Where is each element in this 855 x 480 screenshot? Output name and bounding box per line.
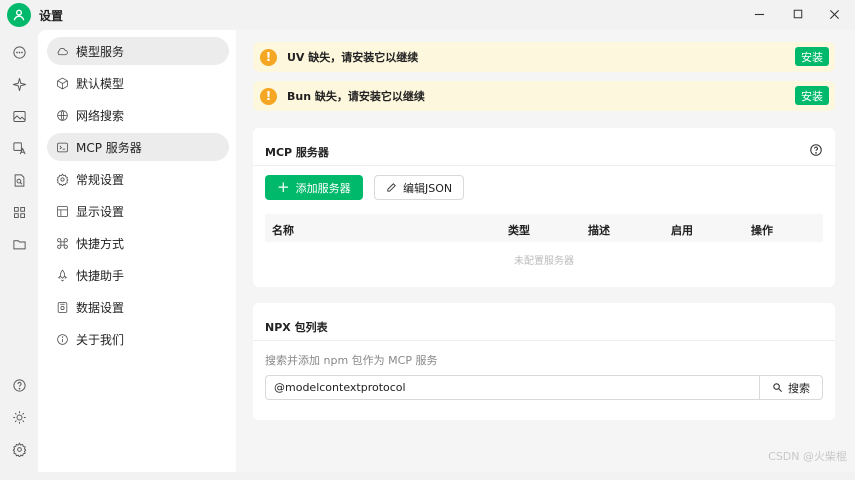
paintings-button[interactable] xyxy=(7,104,31,128)
bottom-strip xyxy=(0,472,855,480)
uv-missing-notice: ! UV 缺失，请安装它以继续 安装 xyxy=(253,42,835,72)
cloud-icon xyxy=(57,47,68,55)
maximize-icon xyxy=(793,9,803,19)
help-icon xyxy=(12,378,26,392)
icon-rail xyxy=(0,30,38,480)
watermark: CSDN @火柴棍 xyxy=(768,450,847,463)
minimize-icon xyxy=(754,13,764,15)
search-icon xyxy=(773,383,783,393)
empty-state-text: 未配置服务器 xyxy=(514,256,574,267)
add-server-label: 添加服务器 xyxy=(295,181,351,195)
settings-icon xyxy=(12,441,26,457)
agents-button[interactable] xyxy=(7,72,31,96)
user-avatar[interactable] xyxy=(7,3,31,27)
search-button-label: 搜索 xyxy=(788,381,810,395)
nav-item-label: 快捷方式 xyxy=(76,236,125,251)
npm-search-input[interactable] xyxy=(266,376,760,399)
npx-subtitle: 搜索并添加 npm 包作为 MCP 服务 xyxy=(265,354,438,367)
search-button[interactable]: 搜索 xyxy=(759,376,822,399)
nav-item-label: 快捷助手 xyxy=(76,268,125,283)
nav-item-label: 常规设置 xyxy=(76,172,125,187)
nav-item-label: 网络搜索 xyxy=(76,108,125,123)
column-header-type: 类型 xyxy=(508,224,530,237)
terminal-icon xyxy=(57,142,68,152)
notice-text: UV 缺失，请安装它以继续 xyxy=(287,51,419,64)
nav-item-model-service[interactable]: 模型服务 xyxy=(47,37,229,65)
add-server-button[interactable]: + 添加服务器 xyxy=(265,175,363,200)
nav-item-data[interactable]: 数据设置 xyxy=(47,293,229,321)
close-button[interactable] xyxy=(822,3,846,25)
nav-item-shortcuts[interactable]: 快捷方式 xyxy=(47,229,229,257)
notice-text: Bun 缺失，请安装它以继续 xyxy=(287,90,425,103)
divider xyxy=(253,165,835,166)
nav-item-label: MCP 服务器 xyxy=(76,140,142,155)
info-icon xyxy=(57,333,68,345)
command-icon xyxy=(57,237,68,249)
column-header-name: 名称 xyxy=(272,224,294,237)
window-title: 设置 xyxy=(39,9,64,23)
user-icon xyxy=(13,9,25,21)
globe-icon xyxy=(57,109,68,121)
warning-icon: ! xyxy=(260,87,277,105)
maximize-button[interactable] xyxy=(786,3,810,25)
help-icon[interactable] xyxy=(809,143,823,157)
image-icon xyxy=(12,110,26,122)
layout-icon xyxy=(57,205,68,217)
warning-icon: ! xyxy=(260,48,277,66)
nav-item-quick-assistant[interactable]: 快捷助手 xyxy=(47,261,229,289)
nav-item-label: 数据设置 xyxy=(76,300,125,315)
mcp-card-title: MCP 服务器 xyxy=(265,146,329,159)
apps-button[interactable] xyxy=(7,200,31,224)
install-uv-button[interactable]: 安装 xyxy=(795,47,829,66)
edit-icon xyxy=(387,183,396,192)
rocket-icon xyxy=(58,269,67,281)
storage-icon xyxy=(57,301,68,313)
edit-json-label: 编辑JSON xyxy=(403,181,453,195)
npx-card-title: NPX 包列表 xyxy=(265,321,328,334)
search-doc-icon xyxy=(14,173,24,187)
nav-item-label: 模型服务 xyxy=(76,44,125,59)
nav-item-about[interactable]: 关于我们 xyxy=(47,325,229,353)
title-bar: 设置 xyxy=(0,0,855,30)
nav-item-label: 显示设置 xyxy=(76,204,125,219)
nav-item-display[interactable]: 显示设置 xyxy=(47,197,229,225)
close-icon xyxy=(829,9,839,19)
settings-nav: 模型服务 默认模型 网络搜索 MCP 服务器 常规设置 显示设置 快捷方式 快捷… xyxy=(38,30,236,472)
nav-item-label: 默认模型 xyxy=(76,76,125,91)
nav-item-default-model[interactable]: 默认模型 xyxy=(47,69,229,97)
nav-item-mcp-servers[interactable]: MCP 服务器 xyxy=(47,133,229,161)
theme-button[interactable] xyxy=(7,405,31,429)
help-button[interactable] xyxy=(7,373,31,397)
gear-icon xyxy=(56,172,69,186)
column-header-description: 描述 xyxy=(588,224,610,237)
nav-item-label: 关于我们 xyxy=(76,332,125,347)
divider xyxy=(253,340,835,341)
main-content: ! UV 缺失，请安装它以继续 安装 ! Bun 缺失，请安装它以继续 安装 M… xyxy=(236,30,855,472)
sparkle-icon xyxy=(12,77,26,91)
edit-json-button[interactable]: 编辑JSON xyxy=(374,175,465,200)
translate-button[interactable] xyxy=(7,136,31,160)
plus-icon: + xyxy=(277,178,290,196)
theme-icon xyxy=(12,410,26,424)
nav-item-general[interactable]: 常规设置 xyxy=(47,165,229,193)
chat-button[interactable] xyxy=(7,40,31,64)
apps-icon xyxy=(13,206,25,218)
servers-table-header: 名称 类型 描述 启用 操作 xyxy=(265,214,823,242)
column-header-actions: 操作 xyxy=(751,224,773,237)
knowledge-button[interactable] xyxy=(7,168,31,192)
translate-icon xyxy=(12,141,26,154)
bun-missing-notice: ! Bun 缺失，请安装它以继续 安装 xyxy=(253,81,835,111)
nav-item-web-search[interactable]: 网络搜索 xyxy=(47,101,229,129)
settings-button[interactable] xyxy=(7,437,31,461)
chat-icon xyxy=(12,45,26,59)
npx-packages-card: NPX 包列表 搜索并添加 npm 包作为 MCP 服务 搜索 xyxy=(253,303,835,420)
files-button[interactable] xyxy=(7,232,31,256)
folder-icon xyxy=(12,239,26,249)
npm-search-group: 搜索 xyxy=(265,375,823,400)
column-header-enabled: 启用 xyxy=(671,224,693,237)
install-bun-button[interactable]: 安装 xyxy=(795,86,829,105)
cube-icon xyxy=(57,77,68,89)
mcp-servers-card: MCP 服务器 + 添加服务器 编辑JSON 名称 类型 描述 启用 操作 未配… xyxy=(253,128,835,287)
minimize-button[interactable] xyxy=(747,3,771,25)
